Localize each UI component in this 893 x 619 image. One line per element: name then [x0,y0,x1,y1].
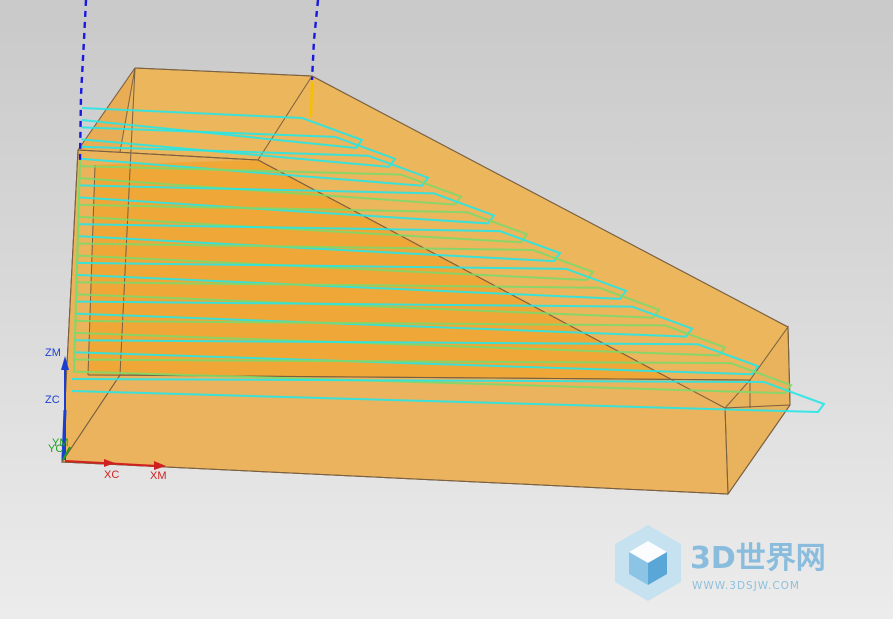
graphics-viewport[interactable]: ZM ZC YC YM XC XM 3D世界网 WWW.3DSJW.COM [0,0,893,619]
zm-label: ZM [45,347,61,359]
watermark-url: WWW.3DSJW.COM [692,580,800,592]
solid-model[interactable] [61,67,791,496]
ym-label: YM [52,437,69,449]
rapid-approach-left[interactable] [78,0,88,161]
xc-label: XC [104,469,119,481]
zc-axis-line [61,409,67,461]
feed-move[interactable] [309,81,314,118]
rapid-retract-right[interactable] [310,0,320,81]
cube-logo-icon [615,525,681,601]
xm-label: XM [150,470,167,482]
zc-label: ZC [45,394,60,406]
watermark-title: 3D世界网 [690,541,826,576]
watermark: 3D世界网 WWW.3DSJW.COM [615,525,826,601]
